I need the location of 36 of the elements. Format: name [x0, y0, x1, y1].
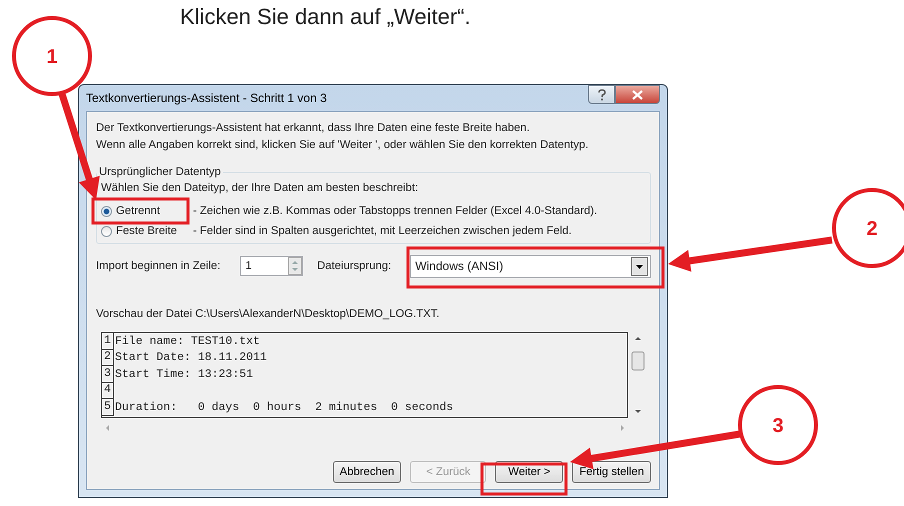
line-number: 1	[102, 333, 114, 350]
line-number: 3	[102, 366, 114, 383]
spinner-arrows-icon	[288, 257, 302, 275]
instruction-text: Klicken Sie dann auf „Weiter“.	[179, 3, 472, 30]
preview-label: Vorschau der Datei C:\Users\AlexanderN\Desktop\DEMO_LOG.TXT.	[96, 307, 440, 322]
callout-number: 2	[866, 218, 878, 240]
radio-button[interactable]	[101, 226, 112, 236]
intro-text: Der Textkonvertierungs-Assistent hat erkannt, dass Ihre Daten eine feste Breite haben.	[96, 121, 531, 136]
group-label: Ursprünglicher Datentyp	[98, 166, 222, 178]
close-icon	[632, 90, 643, 100]
line-number: 4	[102, 382, 114, 400]
callout-number: 3	[772, 415, 784, 437]
start-row-label: Import beginnen in Zeile:	[96, 258, 220, 274]
option-description: - Felder sind in Spalten ausgerichtet, mit Leerzeichen zwischen jedem Feld.	[193, 225, 572, 237]
origin-label: Dateiursprung:	[317, 258, 392, 274]
line-number: 2	[102, 349, 114, 366]
dialog-button[interactable]: Abbrechen	[332, 461, 402, 483]
radio-option[interactable]: Feste Breite	[101, 225, 193, 237]
preview-line: Start Time: 13:23:51	[114, 368, 254, 381]
preview-line: File name: TEST10.txt	[114, 334, 260, 348]
spinner-field[interactable]: 1	[240, 256, 304, 276]
radio-option[interactable]: Getrennt	[101, 205, 193, 217]
option-description: - Zeichen wie z.B. Kommas oder Tabstopps trennen Felder (Excel 4.0-Standard).	[193, 205, 598, 217]
help-icon	[596, 88, 606, 100]
help-button[interactable]	[588, 85, 615, 104]
callout-number: 1	[46, 46, 58, 68]
close-button[interactable]	[615, 85, 660, 104]
dialog-button[interactable]: Fertig stellen	[572, 461, 651, 483]
line-number: 5	[102, 398, 114, 416]
preview-line: Duration: 0 days 0 hours 2 minutes 0 seconds	[114, 400, 454, 414]
radio-button[interactable]	[101, 206, 112, 216]
preview-line: Start Date: 18.11.2011	[114, 351, 267, 364]
intro-text: Wenn alle Angaben korrekt sind, klicken Sie auf 'Weiter ', oder wählen Sie den korrekten Datentyp.	[96, 138, 590, 153]
origin-dropdown[interactable]: Windows (ANSI)	[410, 254, 651, 278]
window-title: Textkonvertierungs-Assistent - Schritt 1 von 3	[86, 91, 327, 105]
prompt-text: Wählen Sie den Dateityp, der Ihre Daten am besten beschreibt:	[101, 181, 420, 196]
